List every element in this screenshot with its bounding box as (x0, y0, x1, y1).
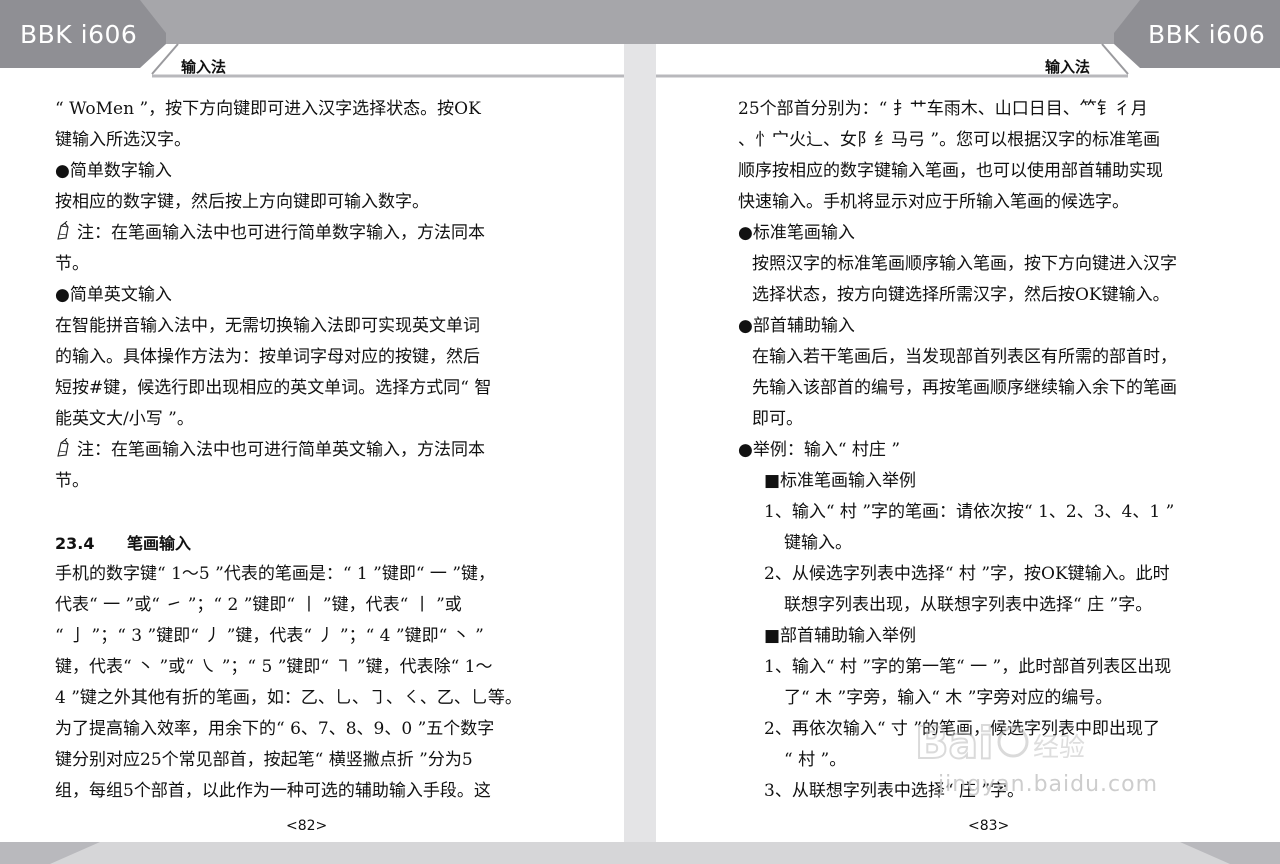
text-line: “ WoMen ”，按下方向键即可进入汉字选择状态。按OK (55, 99, 481, 119)
text-line: 键分别对应25个常见部首，按起笔“ 横竖撇点折 ”分为5 (55, 750, 473, 770)
text-line: 键，代表“ 丶 ”或“ ㇏ ”；“ 5 ”键即“ ㇕ ”键，代表除“ 1～ (55, 657, 493, 677)
subheading: ■部首辅助输入举例 (764, 626, 917, 646)
text-line: 按相应的数字键，然后按上方向键即可输入数字。 (55, 192, 429, 212)
note-pencil-icon (57, 221, 69, 240)
text-line: 节。 (55, 254, 89, 274)
text-line: 的输入。具体操作方法为：按单词字母对应的按键，然后 (55, 347, 480, 367)
text-line: 短按#键，候选行即出现相应的英文单词。选择方式同“ 智 (55, 378, 492, 398)
text-line: 选择状态，按方向键选择所需汉字，然后按OK键输入。 (752, 285, 1170, 305)
note-text: 注：在笔画输入法中也可进行简单英文输入，方法同本 (77, 440, 485, 460)
bullet-heading: ●举例：输入“ 村庄 ” (738, 440, 901, 460)
list-item: 1、输入“ 村 ”字的第一笔“ 一 ”，此时部首列表区出现 (764, 657, 1172, 677)
text-line: “ 亅 ”；“ 3 ”键即“ 丿 ”键，代表“ 丿 ”；“ 4 ”键即“ 丶 ” (55, 626, 484, 646)
brand-logo-right: BBK i606 (1148, 20, 1266, 49)
text-line: 4 ”键之外其他有折的笔画，如：乙、乚、㇆、㇛、乙、乚等。 (55, 688, 522, 708)
text-line: 顺序按相应的数字键输入笔画，也可以使用部首辅助实现 (738, 161, 1163, 181)
note-text: 注：在笔画输入法中也可进行简单数字输入，方法同本 (77, 223, 485, 243)
manual-spread: BBK i606 BBK i606 输入法 输入法 “ WoMen ”，按下方向… (0, 0, 1280, 864)
text-line: 25个部首分别为：“ 扌艹车雨木、山口日目、⺮钅彳月 (738, 99, 1148, 119)
heading-number: 23.4 (55, 534, 95, 553)
note-line: 注：在笔画输入法中也可进行简单英文输入，方法同本 (55, 435, 522, 466)
bullet-heading: ●简单数字输入 (55, 161, 172, 181)
heading-title: 笔画输入 (127, 534, 192, 553)
note-pencil-icon (57, 438, 69, 457)
text-line: 组，每组5个部首，以此作为一种可选的辅助输入手段。这 (55, 781, 491, 801)
baidu-watermark-logo: Bai 经验 (915, 717, 1085, 770)
text-line: 快速输入。手机将显示对应于所输入笔画的候选字。 (738, 192, 1129, 212)
text-line: 为了提高输入效率，用余下的“ 6、7、8、9、0 ”五个数字 (55, 719, 495, 739)
subheading: ■标准笔画输入举例 (764, 471, 917, 491)
svg-text:Bai: Bai (915, 718, 993, 769)
text-line: 键输入。 (784, 533, 852, 553)
text-line: 按照汉字的标准笔画顺序输入笔画，按下方向键进入汉字 (752, 254, 1177, 274)
bullet-heading: ●部首辅助输入 (738, 316, 855, 336)
text-line: 先输入该部首的编号，再按笔画顺序继续输入余下的笔画 (752, 378, 1177, 398)
text-line: 在智能拼音输入法中，无需切换输入法即可实现英文单词 (55, 316, 480, 336)
text-line: 在输入若干笔画后，当发现部首列表区有所需的部首时， (752, 347, 1177, 367)
list-item: 2、从候选字列表中选择“ 村 ”字，按OK键输入。此时 (764, 564, 1170, 584)
text-line: 键输入所选汉字。 (55, 130, 191, 150)
left-page-text: “ WoMen ”，按下方向键即可进入汉字选择状态。按OK 键输入所选汉字。 ●… (55, 94, 522, 807)
text-line: 了“ 木 ”字旁，输入“ 木 ”字旁对应的编号。 (784, 688, 1113, 708)
right-page-text: 25个部首分别为：“ 扌艹车雨木、山口日目、⺮钅彳月 、忄宀火辶、女阝纟马弓 ”… (738, 94, 1177, 807)
text-line: 即可。 (752, 409, 803, 429)
section-title-left: 输入法 (181, 58, 227, 76)
note-line: 注：在笔画输入法中也可进行简单数字输入，方法同本 (55, 218, 522, 249)
brand-logo-left: BBK i606 (20, 20, 138, 49)
text-line: 、忄宀火辶、女阝纟马弓 ”。您可以根据汉字的标准笔画 (738, 130, 1161, 150)
list-item: 1、输入“ 村 ”字的笔画：请依次按“ 1、2、3、4、1 ” (764, 502, 1175, 522)
watermark-url: jingyan.baidu.com (938, 772, 1159, 797)
text-line: 联想字列表出现，从联想字列表中选择“ 庄 ”字。 (784, 595, 1153, 615)
page-number-left: <82> (286, 818, 328, 834)
section-heading: 23.4 笔画输入 (55, 528, 522, 559)
bullet-heading: ●简单英文输入 (55, 285, 172, 305)
text-line: 手机的数字键“ 1～5 ”代表的笔画是：“ 1 ”键即“ 一 ”键， (55, 564, 496, 584)
bullet-heading: ●标准笔画输入 (738, 223, 855, 243)
text-line: 代表“ 一 ”或“ ㇀ ”；“ 2 ”键即“ 丨 ”键，代表“ 丨 ”或 (55, 595, 462, 615)
section-title-right: 输入法 (1045, 58, 1091, 76)
text-line: 节。 (55, 471, 89, 491)
text-line: 能英文大/小写 ”。 (55, 409, 194, 429)
page-number-right: <83> (968, 818, 1010, 834)
svg-text:经验: 经验 (1033, 733, 1085, 763)
